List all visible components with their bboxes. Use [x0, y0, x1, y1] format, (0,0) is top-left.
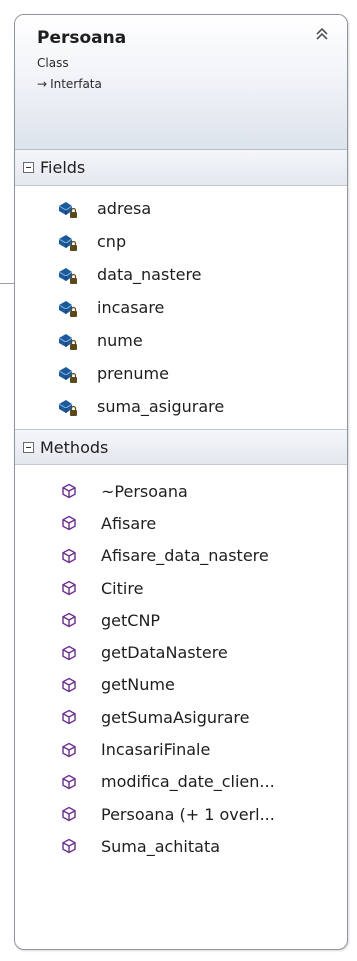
method-cube-icon: [62, 774, 76, 790]
private-field-icon: [58, 201, 77, 218]
field-name: cnp: [97, 232, 127, 251]
private-field-icon: [58, 234, 77, 251]
method-cube-icon: [62, 613, 76, 628]
methods-collapse-toggle-icon[interactable]: [23, 441, 34, 453]
method-name: Citire: [101, 578, 144, 598]
field-name: suma_asigurare: [97, 397, 225, 416]
method-name: Persoana (+ 1 overl...: [101, 804, 275, 824]
field-row[interactable]: adresa: [15, 192, 347, 225]
method-row[interactable]: Persoana (+ 1 overl...: [15, 798, 347, 830]
methods-section-header[interactable]: Methods: [15, 429, 347, 465]
method-name: Afisare: [101, 513, 157, 533]
method-name: ~Persoana: [101, 481, 188, 501]
field-row[interactable]: suma_asigurare: [15, 390, 347, 423]
class-name: Persoana: [37, 28, 127, 48]
fields-section-header[interactable]: Fields: [15, 150, 347, 186]
base-interface: → Interfata: [37, 76, 333, 92]
method-row[interactable]: Citire: [15, 572, 347, 604]
private-field-icon: [58, 366, 77, 383]
field-name: prenume: [97, 364, 169, 383]
base-interface-name: Interfata: [50, 77, 102, 91]
private-field-icon: [58, 267, 77, 284]
method-cube-icon: [62, 645, 76, 660]
method-cube-icon: [62, 709, 76, 725]
fields-collapse-toggle-icon[interactable]: [23, 162, 34, 173]
method-cube-icon: [62, 483, 76, 499]
method-name: Afisare_data_nastere: [101, 546, 269, 566]
methods-section-label: Methods: [40, 437, 109, 457]
field-row[interactable]: prenume: [15, 357, 347, 390]
method-name: getDataNastere: [101, 643, 228, 663]
field-name: adresa: [97, 199, 152, 218]
collapse-chevron-icon[interactable]: [313, 25, 331, 43]
method-row[interactable]: IncasariFinale: [15, 733, 347, 765]
method-row[interactable]: getNume: [15, 669, 347, 701]
method-cube-icon: [62, 516, 76, 531]
implements-arrow-icon: →: [37, 77, 48, 91]
class-stereotype: Class: [37, 56, 69, 70]
method-name: getCNP: [101, 610, 161, 630]
method-row[interactable]: getCNP: [15, 604, 347, 636]
method-row[interactable]: modifica_date_clien...: [15, 766, 347, 798]
field-name: data_nastere: [97, 265, 202, 284]
method-name: Suma_achitata: [101, 836, 221, 856]
field-row[interactable]: data_nastere: [15, 258, 347, 291]
field-row[interactable]: incasare: [15, 291, 347, 324]
field-row[interactable]: nume: [15, 324, 347, 357]
method-row[interactable]: Afisare: [15, 507, 347, 539]
private-field-icon: [58, 300, 77, 317]
method-cube-icon: [62, 742, 76, 757]
connector-line-stub: [0, 283, 14, 284]
private-field-icon: [58, 333, 77, 350]
field-name: nume: [97, 331, 143, 350]
method-row[interactable]: ~Persoana: [15, 475, 347, 507]
method-row[interactable]: Suma_achitata: [15, 830, 347, 862]
class-header[interactable]: Persoana Class → Interfata: [15, 15, 347, 150]
field-name: incasare: [97, 298, 165, 317]
method-row[interactable]: getSumaAsigurare: [15, 701, 347, 733]
method-row[interactable]: Afisare_data_nastere: [15, 540, 347, 572]
method-row[interactable]: getDataNastere: [15, 636, 347, 668]
method-cube-icon: [62, 580, 76, 596]
methods-list: ~Persoana Afisare Afisare_data_nastere Citi…: [15, 465, 347, 867]
class-shape-persoana[interactable]: Persoana Class → Interfata Fields adresa…: [14, 14, 348, 950]
method-name: getNume: [101, 675, 175, 695]
method-cube-icon: [62, 806, 76, 822]
fields-section-label: Fields: [40, 158, 86, 177]
method-cube-icon: [62, 839, 76, 854]
method-cube-icon: [62, 548, 76, 564]
method-name: getSumaAsigurare: [101, 707, 250, 727]
private-field-icon: [58, 399, 77, 416]
fields-list: adresa cnp data_nastere incasare nume prenume…: [15, 186, 347, 429]
method-name: modifica_date_clien...: [101, 772, 275, 792]
field-row[interactable]: cnp: [15, 225, 347, 258]
method-cube-icon: [62, 677, 76, 693]
method-name: IncasariFinale: [101, 740, 211, 760]
